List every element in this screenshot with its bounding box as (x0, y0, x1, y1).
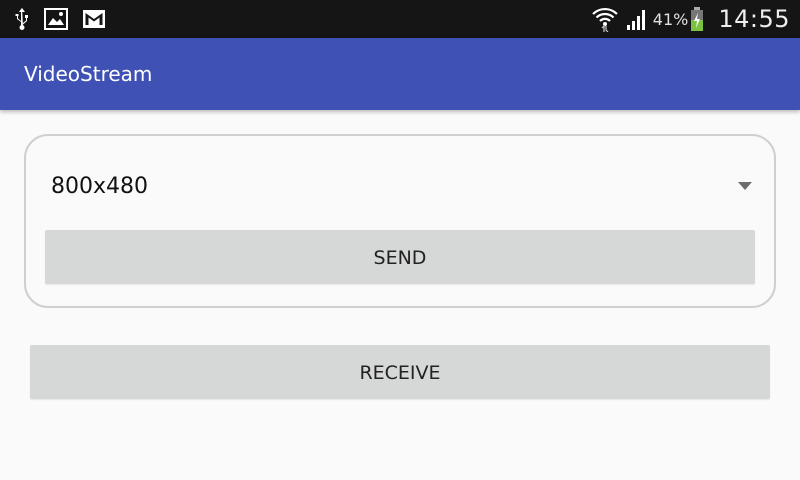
battery-percent: 41% (652, 9, 689, 29)
stream-panel: 800x480 SEND (24, 134, 776, 308)
gmail-icon (83, 10, 105, 28)
image-icon (44, 8, 68, 30)
notification-icons (14, 7, 120, 31)
battery-charging-icon (691, 7, 704, 31)
receive-button[interactable]: RECEIVE (30, 345, 770, 399)
resolution-value: 800x480 (51, 174, 149, 199)
app-title: VideoStream (24, 62, 153, 86)
dropdown-arrow-icon (738, 182, 752, 190)
system-icons: 41% 14:55 (591, 0, 790, 38)
clock: 14:55 (718, 5, 790, 33)
send-button[interactable]: SEND (45, 230, 755, 284)
wifi-icon (591, 7, 618, 32)
signal-icon (626, 10, 645, 30)
usb-icon (15, 8, 28, 30)
status-bar: 41% 14:55 (0, 0, 800, 38)
resolution-spinner[interactable]: 800x480 (26, 160, 774, 216)
app-bar: VideoStream (0, 38, 800, 110)
